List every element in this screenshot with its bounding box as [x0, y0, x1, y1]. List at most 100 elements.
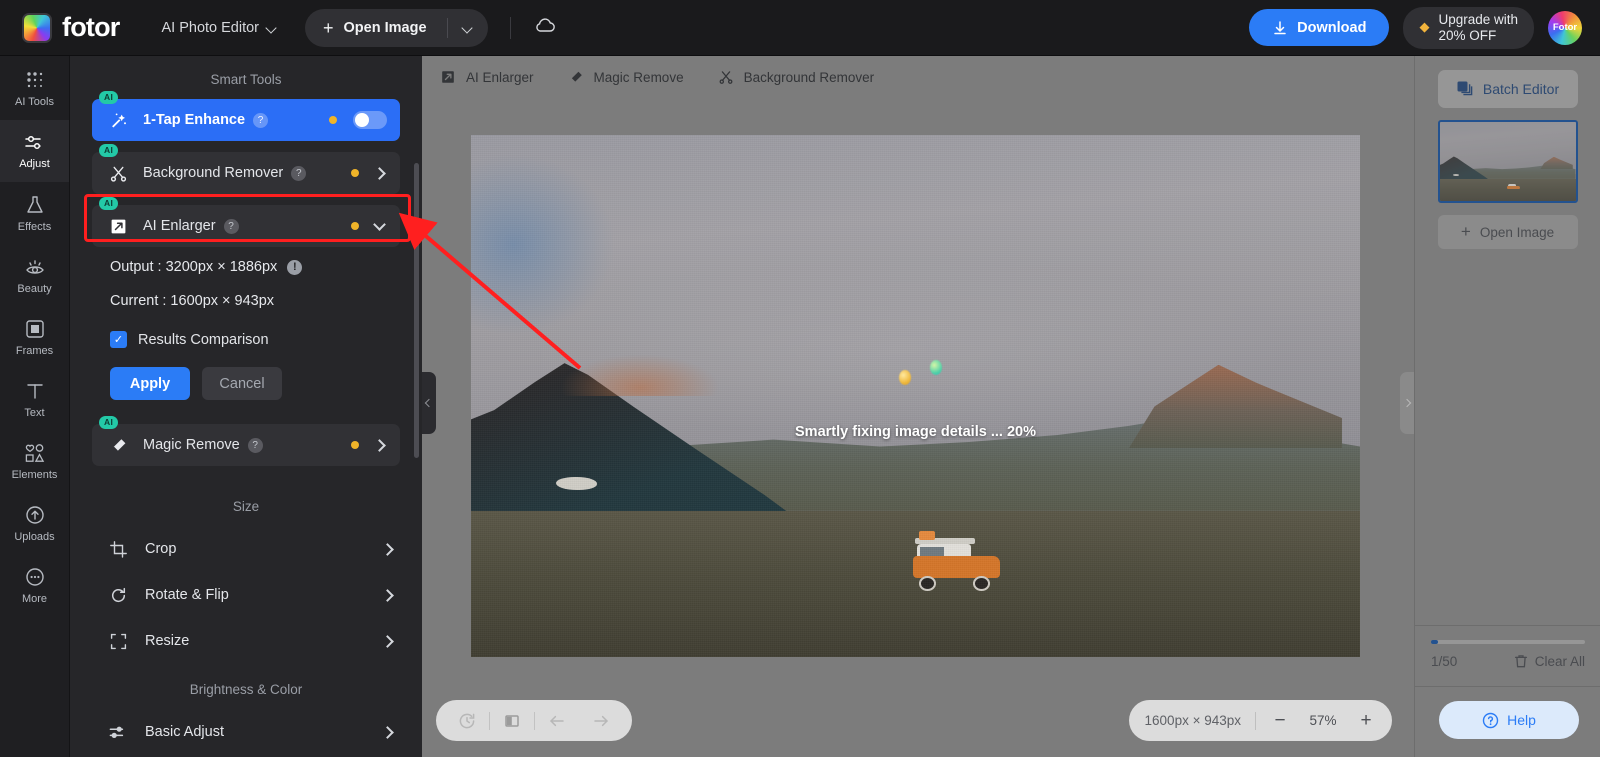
- chevron-right-icon[interactable]: [373, 167, 386, 180]
- divider: [510, 17, 511, 39]
- open-image-button-right[interactable]: + Open Image: [1438, 215, 1578, 249]
- batch-progress-scrollbar[interactable]: [1431, 640, 1585, 644]
- batch-footer-row: 1/50 Clear All: [1415, 644, 1600, 669]
- help-icon[interactable]: ?: [224, 219, 239, 234]
- ai-badge: AI: [99, 197, 118, 210]
- open-image-dropdown[interactable]: [448, 9, 488, 47]
- app-mode-selector[interactable]: AI Photo Editor: [161, 20, 277, 36]
- sidebar-item-uploads[interactable]: Uploads: [0, 492, 69, 554]
- sidebar-item-frames[interactable]: Frames: [0, 306, 69, 368]
- zoom-in-button[interactable]: +: [1356, 711, 1376, 730]
- sidebar-item-more[interactable]: More: [0, 554, 69, 616]
- batch-counter: 1/50: [1431, 654, 1457, 669]
- open-image-button[interactable]: + Open Image: [305, 9, 447, 47]
- sidebar-item-elements[interactable]: Elements: [0, 430, 69, 492]
- sidebar-item-label: More: [22, 593, 47, 605]
- list-item-label: Basic Adjust: [145, 724, 224, 740]
- list-item-crop[interactable]: Crop: [92, 526, 400, 572]
- beauty-icon: [23, 256, 47, 278]
- download-button[interactable]: Download: [1249, 9, 1389, 46]
- app-mode-label: AI Photo Editor: [161, 20, 259, 36]
- download-icon: [1272, 20, 1288, 36]
- tool-row-actions: [351, 220, 387, 232]
- compare-button[interactable]: [490, 700, 534, 741]
- cancel-button[interactable]: Cancel: [202, 367, 282, 400]
- list-item-basic-adjust[interactable]: Basic Adjust: [92, 709, 400, 755]
- undo-button[interactable]: [535, 700, 579, 741]
- thumbnail-item[interactable]: [1438, 120, 1578, 203]
- output-size-label: Output : 3200px × 1886px: [110, 259, 277, 275]
- sidebar-item-adjust[interactable]: Adjust: [0, 120, 69, 182]
- history-toolbar: [436, 700, 632, 741]
- eraser-icon: [568, 69, 584, 85]
- batch-editor-icon: [1456, 80, 1474, 98]
- sidebar-item-label: Beauty: [17, 283, 51, 295]
- sidebar-item-effects[interactable]: Effects: [0, 182, 69, 244]
- chevron-right-icon: [1403, 399, 1411, 407]
- chevron-down-icon[interactable]: [373, 218, 386, 231]
- info-icon[interactable]: !: [287, 260, 302, 275]
- clear-all-label: Clear All: [1535, 654, 1585, 669]
- tab-label: Magic Remove: [594, 70, 684, 85]
- image-canvas[interactable]: Smartly fixing image details ... 20%: [471, 135, 1360, 657]
- upgrade-button[interactable]: ◆ Upgrade with 20% OFF: [1403, 7, 1534, 49]
- redo-button[interactable]: [579, 700, 623, 741]
- tool-row-magic-remove[interactable]: AI Magic Remove ?: [92, 424, 400, 466]
- tab-magic-remove[interactable]: Magic Remove: [568, 69, 684, 85]
- reset-history-button[interactable]: [445, 700, 489, 741]
- tool-row-background-remover[interactable]: AI Background Remover ?: [92, 152, 400, 194]
- results-comparison-checkbox[interactable]: ✓ Results Comparison: [92, 309, 400, 348]
- chevron-right-icon[interactable]: [381, 726, 394, 739]
- canvas-dimensions-label: 1600px × 943px: [1145, 713, 1241, 728]
- tool-row-one-tap-enhance[interactable]: AI 1-Tap Enhance ?: [92, 99, 400, 141]
- tool-row-actions: [351, 441, 387, 450]
- sidebar-item-beauty[interactable]: Beauty: [0, 244, 69, 306]
- collapse-right-panel-handle[interactable]: [1400, 372, 1414, 434]
- text-icon: [24, 380, 46, 402]
- sidebar-item-text[interactable]: Text: [0, 368, 69, 430]
- tool-row-actions: [329, 111, 387, 129]
- sidebar-item-label: Effects: [18, 221, 51, 233]
- apply-button[interactable]: Apply: [110, 367, 190, 400]
- size-heading: Size: [92, 477, 400, 526]
- help-icon[interactable]: ?: [253, 113, 268, 128]
- help-icon[interactable]: ?: [248, 438, 263, 453]
- batch-editor-button[interactable]: Batch Editor: [1438, 70, 1578, 108]
- left-rail: AI Tools Adjust Effects Beauty Frames Te…: [0, 56, 70, 757]
- row-actions: [383, 545, 395, 554]
- results-comparison-label: Results Comparison: [138, 332, 269, 348]
- list-item-rotate-flip[interactable]: Rotate & Flip: [92, 572, 400, 618]
- header-actions: Download ◆ Upgrade with 20% OFF Fotor: [1249, 7, 1582, 49]
- avatar[interactable]: Fotor: [1548, 11, 1582, 45]
- premium-dot-icon: [351, 169, 359, 177]
- chevron-right-icon[interactable]: [373, 439, 386, 452]
- trash-icon: [1514, 654, 1528, 669]
- cloud-icon[interactable]: [533, 16, 557, 39]
- list-item-resize[interactable]: Resize: [92, 618, 400, 664]
- tool-row-ai-enlarger[interactable]: AI AI Enlarger ?: [92, 205, 400, 247]
- tab-background-remover[interactable]: Background Remover: [718, 69, 875, 85]
- collapse-left-panel-handle[interactable]: [422, 372, 436, 434]
- sidebar-item-ai-tools[interactable]: AI Tools: [0, 58, 69, 120]
- download-label: Download: [1297, 20, 1366, 36]
- effects-icon: [24, 194, 46, 216]
- chevron-down-icon: [267, 23, 277, 33]
- chevron-right-icon[interactable]: [381, 589, 394, 602]
- adjust-icon: [23, 133, 47, 153]
- output-size-row: Output : 3200px × 1886px !: [92, 253, 400, 275]
- tools-panel-scrollbar[interactable]: [414, 163, 419, 458]
- brand-logo[interactable]: fotor: [22, 12, 119, 43]
- help-button[interactable]: Help: [1439, 701, 1579, 739]
- chevron-right-icon[interactable]: [381, 543, 394, 556]
- tab-ai-enlarger[interactable]: AI Enlarger: [440, 69, 534, 85]
- progress-status-text: Smartly fixing image details ... 20%: [471, 424, 1360, 440]
- clear-all-button[interactable]: Clear All: [1514, 654, 1585, 669]
- enhance-toggle[interactable]: [353, 111, 387, 129]
- zoom-out-button[interactable]: −: [1270, 711, 1290, 730]
- zoom-level-label: 57%: [1304, 713, 1342, 728]
- chevron-right-icon[interactable]: [381, 635, 394, 648]
- help-icon[interactable]: ?: [291, 166, 306, 181]
- tool-label: Background Remover: [143, 165, 283, 181]
- sidebar-item-label: Frames: [16, 345, 53, 357]
- avatar-label: Fotor: [1553, 22, 1577, 33]
